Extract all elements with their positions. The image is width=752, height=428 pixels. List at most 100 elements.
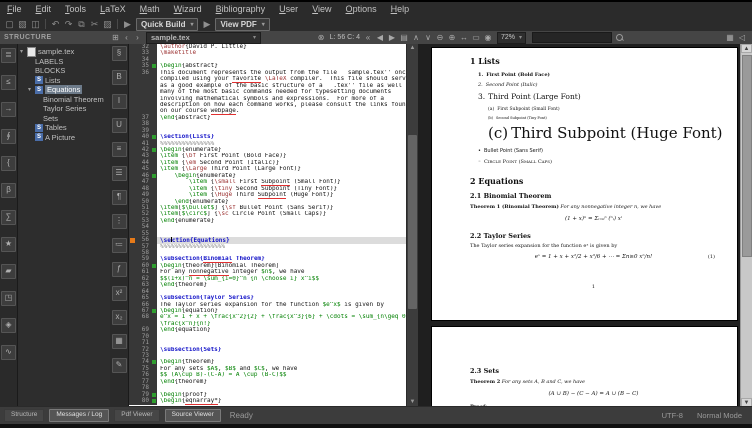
split-view-icon[interactable]: ⊞ [110,33,121,42]
bold-icon[interactable]: B [112,70,127,85]
tree-item-labels[interactable]: LABELS [18,57,110,67]
fold-marker-icon[interactable] [152,360,156,364]
relation-symbols-icon[interactable]: ≤ [1,75,16,90]
menu-view[interactable]: View [305,2,338,17]
tree-item-blocks[interactable]: BLOCKS [18,66,110,76]
asymptote-icon[interactable]: ∿ [1,345,16,360]
menu-help[interactable]: Help [384,2,417,17]
tree-item-binomial-theorem[interactable]: Binomial Theorem [18,95,110,105]
tree-expander-icon[interactable]: ▾ [20,48,27,55]
metapost-icon[interactable]: ◳ [1,291,16,306]
favorite-symbols-icon[interactable]: ★ [1,237,16,252]
misc-math-icon[interactable]: ∮ [1,129,16,144]
scrollbar-thumb[interactable] [742,55,752,257]
matrix-icon[interactable]: ▦ [112,334,127,349]
previous-page-icon[interactable]: ◀ [374,33,386,42]
fold-marker-icon[interactable] [152,64,156,68]
menu-edit[interactable]: Edit [29,2,59,17]
status-toggle-messages-log[interactable]: Messages / Log [49,409,109,422]
presentation-icon[interactable]: ◉ [482,33,494,42]
tree-item-sample-tex[interactable]: ▾sample.tex [18,47,110,57]
quick-build-combo[interactable]: Quick Build▾ [136,18,198,31]
save-icon[interactable]: ◫ [29,18,42,31]
scrollbar-thumb[interactable] [408,135,417,309]
fold-marker-icon[interactable] [152,399,156,403]
zoom-in-icon[interactable]: ⊕ [446,33,458,42]
paste-icon[interactable]: ▨ [101,18,114,31]
next-page-icon[interactable]: ▶ [386,33,398,42]
detach-viewer-icon[interactable]: ◁ [736,33,748,42]
tree-item-equations[interactable]: ▾SEquations [18,85,110,95]
enumerate-icon[interactable]: ≔ [112,238,127,253]
next-document-icon[interactable]: › [132,33,143,42]
sectioning-icon[interactable]: § [112,46,127,61]
close-document-icon[interactable]: ⊗ [316,33,327,42]
italic-icon[interactable]: I [112,94,127,109]
new-line-icon[interactable]: ¶ [112,190,127,205]
subscript-icon[interactable]: x₂ [112,310,127,325]
zoom-out-icon[interactable]: ⊖ [434,33,446,42]
new-document-icon[interactable]: ▢ [3,18,16,31]
first-page-icon[interactable]: « [362,33,374,42]
source-editor[interactable]: 32\author{David P. Little}33\maketitle34… [129,44,406,407]
continuous-mode-icon[interactable]: ▤ [398,33,410,42]
view-pdf-run-icon[interactable]: ▶ [200,18,213,31]
align-center-icon[interactable]: ☰ [112,166,127,181]
previous-document-icon[interactable]: ‹ [121,33,132,42]
status-toggle-structure[interactable]: Structure [4,409,44,422]
picture-icon[interactable]: ✎ [112,358,127,373]
tree-item-tables[interactable]: STables [18,123,110,133]
tree-item-lists[interactable]: SLists [18,76,110,86]
fraction-icon[interactable]: ƒ [112,262,127,277]
fold-marker-icon[interactable] [152,135,156,139]
undo-icon[interactable]: ↶ [49,18,62,31]
fold-marker-icon[interactable] [152,264,156,268]
structure-panel-icon[interactable]: ≣ [1,48,16,63]
status-toggle-pdf-viewer[interactable]: Pdf Viewer [114,409,159,422]
most-used-icon[interactable]: ∑ [1,210,16,225]
cut-icon[interactable]: ✂ [88,18,101,31]
zoom-level-selector[interactable]: 72% ▾ [497,32,526,44]
tikz-icon[interactable]: ◈ [1,318,16,333]
delimiters-icon[interactable]: { [1,156,16,171]
menu-user[interactable]: User [272,2,305,17]
menu-tools[interactable]: Tools [58,2,93,17]
greek-letters-icon[interactable]: β [1,183,16,198]
fold-marker-icon[interactable] [152,309,156,313]
fold-marker-icon[interactable] [152,174,156,178]
status-toggle-source-viewer[interactable]: Source Viewer [165,409,221,422]
menu-latex[interactable]: LaTeX [93,2,133,17]
align-left-icon[interactable]: ≡ [112,142,127,157]
view-pdf-combo[interactable]: View PDF▾ [215,18,269,31]
pdf-viewer[interactable]: 1 Lists 1.First Point (Bold Face)2.Secon… [418,44,752,407]
pdf-scrollbar[interactable]: ▲ ▼ [740,44,752,407]
menu-wizard[interactable]: Wizard [167,2,209,17]
pstricks-icon[interactable]: ▰ [1,264,16,279]
menu-bibliography[interactable]: Bibliography [209,2,273,17]
open-file-icon[interactable]: ▧ [16,18,29,31]
code-line[interactable]: 80\begin{eqnarray*} [129,398,406,404]
menu-options[interactable]: Options [339,2,384,17]
open-file-selector[interactable]: sample.tex ▾ [146,32,261,44]
quick-build-run-icon[interactable]: ▶ [121,18,134,31]
tree-item-taylor-series[interactable]: Taylor Series [18,104,110,114]
menu-file[interactable]: File [0,2,29,17]
search-icon[interactable] [615,33,624,42]
scroll-up-arrow[interactable]: ▲ [741,44,752,53]
fit-page-icon[interactable]: ▭ [470,33,482,42]
superscript-icon[interactable]: x² [112,286,127,301]
underline-icon[interactable]: U [112,118,127,133]
tree-item-a-picture[interactable]: SA Picture [18,133,110,143]
fit-width-icon[interactable]: ↔ [458,33,470,42]
tree-expander-icon[interactable]: ▾ [28,86,35,93]
fold-marker-icon[interactable] [152,148,156,152]
tree-item-sets[interactable]: Sets [18,114,110,124]
scroll-down-icon[interactable]: ∨ [422,33,434,42]
itemize-icon[interactable]: ⋮ [112,214,127,229]
pdf-search-input[interactable] [532,32,612,43]
print-icon[interactable]: ▦ [724,33,736,42]
scroll-up-arrow[interactable]: ▲ [407,44,418,53]
copy-icon[interactable]: ⧉ [75,18,88,31]
editor-scrollbar[interactable]: ▲ ▼ [406,44,418,407]
redo-icon[interactable]: ↷ [62,18,75,31]
